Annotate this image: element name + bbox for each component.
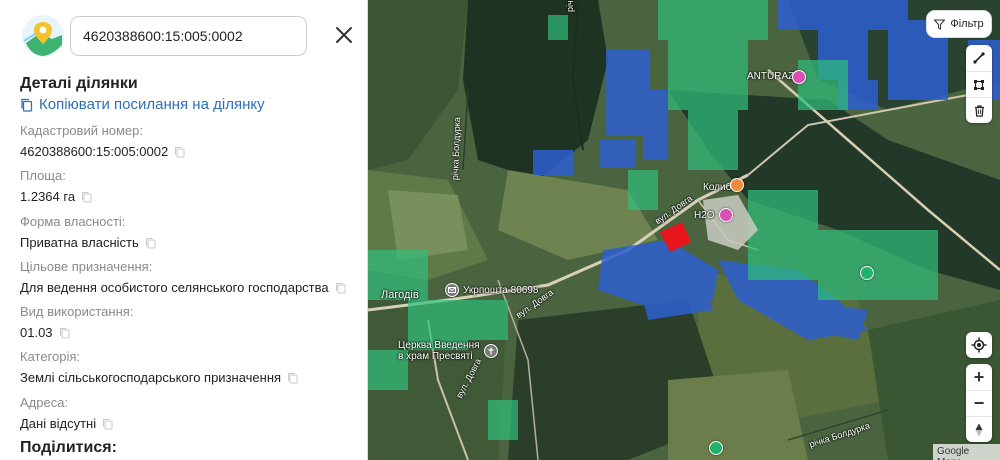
place-marker-icon[interactable] [719,208,733,222]
field-value: Землі сільськогосподарського призначення [20,370,282,386]
place-marker-icon[interactable] [860,266,874,280]
field-value: Для ведення особистого селянського госпо… [20,279,329,295]
field-value: 4620388600:15:005:0002 [20,144,169,159]
copy-icon [21,98,33,112]
compass-icon [975,423,983,436]
copy-icon[interactable] [335,282,346,294]
drawing-tools [966,45,992,123]
satellite-map[interactable]: ANTURAZH Колиба H2O Лагодів Укрпошта 806… [368,0,1000,460]
poi-label: Церква Введення [398,340,480,351]
parcel-details-panel: Деталі ділянки Копіювати посилання на ді… [0,0,368,460]
filter-icon [934,19,946,30]
draw-polygon-button[interactable] [966,71,992,97]
place-marker-icon[interactable] [709,441,723,455]
map-attribution: Google Maps [933,444,1000,460]
field-ownership: Форма власності: Приватна власність [20,213,360,258]
copy-icon[interactable] [174,146,185,158]
map-label-h2o: H2O [694,210,715,221]
poi-label-line2: в храм Пресвяті [398,351,473,362]
post-office-icon [445,283,459,297]
section-title-parcel-details: Деталі ділянки [20,75,138,92]
measure-line-button[interactable] [966,45,992,71]
filter-label: Фільтр [950,18,984,30]
place-marker-icon[interactable] [792,70,806,84]
zoom-in-button[interactable]: + [966,364,992,390]
field-label: Адреса: [20,394,69,410]
app-logo [22,15,64,57]
field-value: Приватна власність [20,234,139,250]
filter-button[interactable]: Фільтр [926,10,992,38]
compass-button[interactable] [966,416,992,442]
field-area: Площа: 1.2364 га [20,167,360,212]
line-tool-icon [973,52,985,64]
locate-icon [971,337,987,353]
trash-icon [974,104,984,117]
copy-icon[interactable] [287,372,298,384]
field-value: 1.2364 га [20,189,76,205]
map-label-river-top: річка Болдурка [565,0,575,12]
restaurant-marker-icon[interactable] [730,178,744,192]
copy-icon[interactable] [102,418,113,430]
close-icon[interactable] [331,22,357,48]
copy-icon[interactable] [81,191,92,203]
delete-drawing-button[interactable] [966,97,992,123]
copy-link-label: Копіювати посилання на ділянку [39,96,265,113]
field-label: Кадастровий номер: [20,123,143,138]
church-icon [483,344,498,358]
close-button[interactable] [331,22,357,48]
field-category: Категорія: Землі сільськогосподарського … [20,348,360,393]
field-label: Вид використання: [20,304,134,320]
my-location-button[interactable] [966,332,992,358]
poi-label: Укрпошта 80698 [463,284,539,296]
poi-church[interactable]: Церква Введення в храм Пресвяті [398,340,498,362]
field-label: Категорія: [20,349,81,365]
copy-parcel-link[interactable]: Копіювати посилання на ділянку [20,96,265,113]
field-address: Адреса: Дані відсутні [20,394,360,439]
copy-icon[interactable] [145,237,156,249]
field-cadastral-number: Кадастровий номер: 4620388600:15:005:000… [20,122,360,167]
map-label-lahodiv: Лагодів [381,289,419,301]
polygon-tool-icon [974,79,984,90]
cadastral-search-input[interactable] [70,16,307,56]
field-value: Дані відсутні [20,415,97,431]
zoom-out-button[interactable]: − [966,390,992,416]
share-title: Поділитися: [20,439,117,456]
parcel-fields-list: Кадастровий номер: 4620388600:15:005:000… [20,122,360,439]
poi-ukrposhta[interactable]: Укрпошта 80698 [445,283,538,297]
copy-icon[interactable] [59,327,70,339]
field-label: Форма власності: [20,213,126,229]
field-usage-type: Вид використання: 01.03 [20,303,360,348]
field-label: Площа: [20,168,66,184]
zoom-controls: + − [966,364,992,442]
field-purpose: Цільове призначення: Для ведення особист… [20,258,360,303]
field-value: 01.03 [20,325,53,341]
field-label: Цільове призначення: [20,258,153,274]
